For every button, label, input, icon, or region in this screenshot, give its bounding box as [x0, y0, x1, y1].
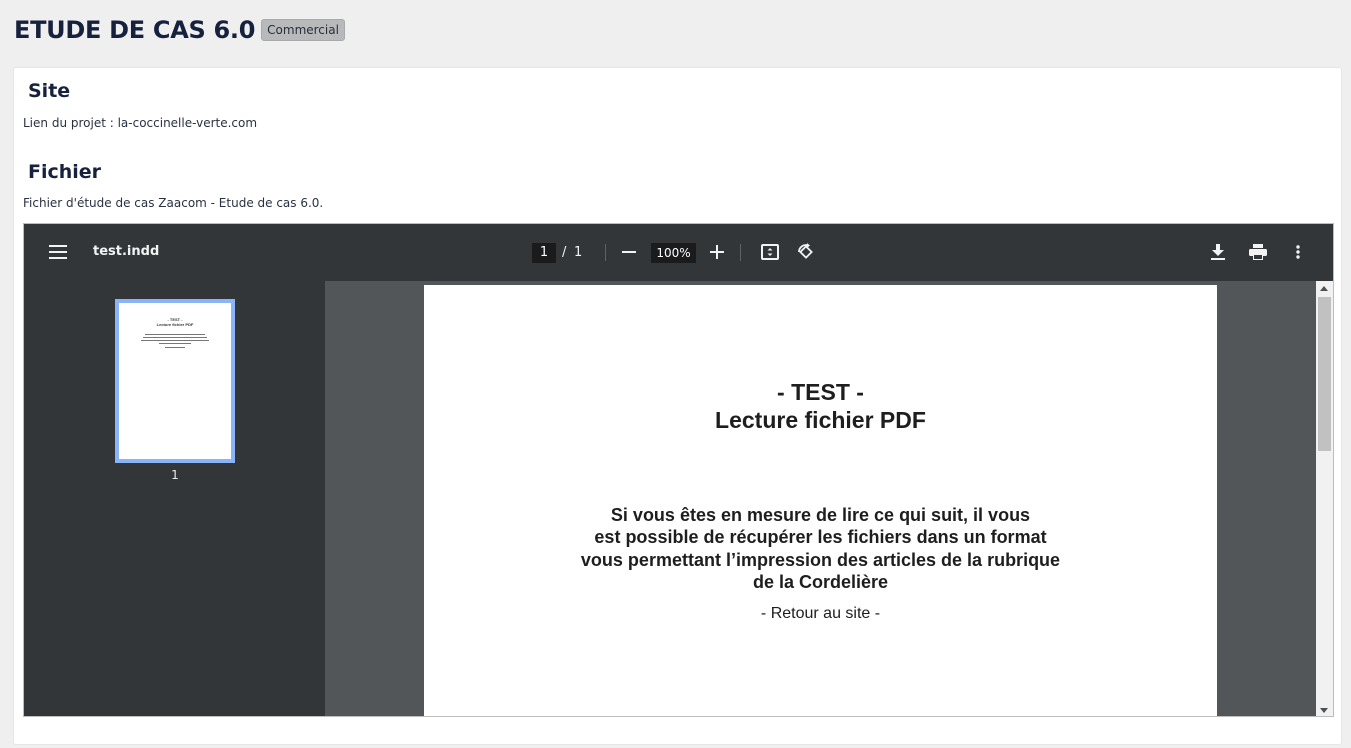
thumbnail-label: 1	[171, 468, 179, 482]
minus-icon[interactable]	[615, 238, 643, 266]
download-icon[interactable]	[1204, 238, 1232, 266]
toolbar-divider	[740, 244, 741, 261]
thumbnail-text-line	[141, 340, 209, 341]
site-heading: Site	[28, 80, 71, 102]
category-badge: Commercial	[261, 19, 345, 41]
page-title: ETUDE DE CAS 6.0	[14, 16, 256, 44]
pdf-return-link[interactable]: - Retour au site -	[424, 605, 1217, 623]
pdf-page: - TEST - Lecture fichier PDF Si vous ête…	[424, 285, 1217, 716]
thumbnail-text-line	[145, 334, 205, 335]
pdf-body-line1: Si vous êtes en mesure de lire ce qui su…	[610, 505, 1031, 525]
toolbar-divider	[605, 244, 606, 261]
page-thumbnail[interactable]: - TEST - Lecture fichier PDF	[115, 299, 235, 463]
more-vert-icon[interactable]	[1284, 238, 1312, 266]
rotate-icon[interactable]	[792, 238, 820, 266]
page-header: ETUDE DE CAS 6.0 Commercial	[14, 15, 345, 45]
thumbnail-text-line	[143, 337, 207, 338]
thumbnail-text-line	[159, 343, 191, 344]
pdf-title-line2: Lecture fichier PDF	[715, 407, 926, 433]
pdf-body-line3: vous permettant l’impression des article…	[580, 550, 1061, 570]
scroll-up-icon[interactable]	[1320, 286, 1328, 291]
plus-icon[interactable]	[703, 238, 731, 266]
thumbnail-text-line	[165, 347, 185, 348]
page-total: 1	[574, 245, 583, 260]
scrollbar-thumb[interactable]	[1318, 297, 1331, 451]
pdf-viewer: test.indd 1 / 1 100% - TEST - Lecture fi…	[23, 223, 1334, 717]
file-heading: Fichier	[28, 161, 102, 183]
page-separator: /	[562, 245, 567, 260]
content-card: Site Lien du projet : la-coccinelle-vert…	[13, 67, 1342, 745]
project-link[interactable]: Lien du projet : la-coccinelle-verte.com	[23, 116, 257, 130]
document-name: test.indd	[93, 244, 160, 259]
zoom-input[interactable]: 100%	[651, 243, 696, 263]
file-description: Fichier d'étude de cas Zaacom - Etude de…	[23, 196, 324, 210]
scroll-down-icon[interactable]	[1320, 708, 1328, 713]
print-icon[interactable]	[1244, 238, 1272, 266]
pdf-body-line2: est possible de récupérer les fichiers d…	[594, 527, 1047, 547]
fit-page-icon[interactable]	[756, 238, 784, 266]
pdf-title-line1: - TEST -	[777, 379, 864, 405]
thumbnail-sidebar: - TEST - Lecture fichier PDF 1	[24, 281, 325, 716]
vertical-scrollbar[interactable]	[1316, 281, 1333, 716]
menu-icon[interactable]	[44, 238, 72, 266]
pdf-toolbar: test.indd 1 / 1 100%	[24, 224, 1333, 281]
thumbnail-subtitle: Lecture fichier PDF	[156, 322, 194, 327]
pdf-body-line4: de la Cordelière	[752, 572, 889, 592]
page-number-input[interactable]: 1	[532, 243, 556, 263]
